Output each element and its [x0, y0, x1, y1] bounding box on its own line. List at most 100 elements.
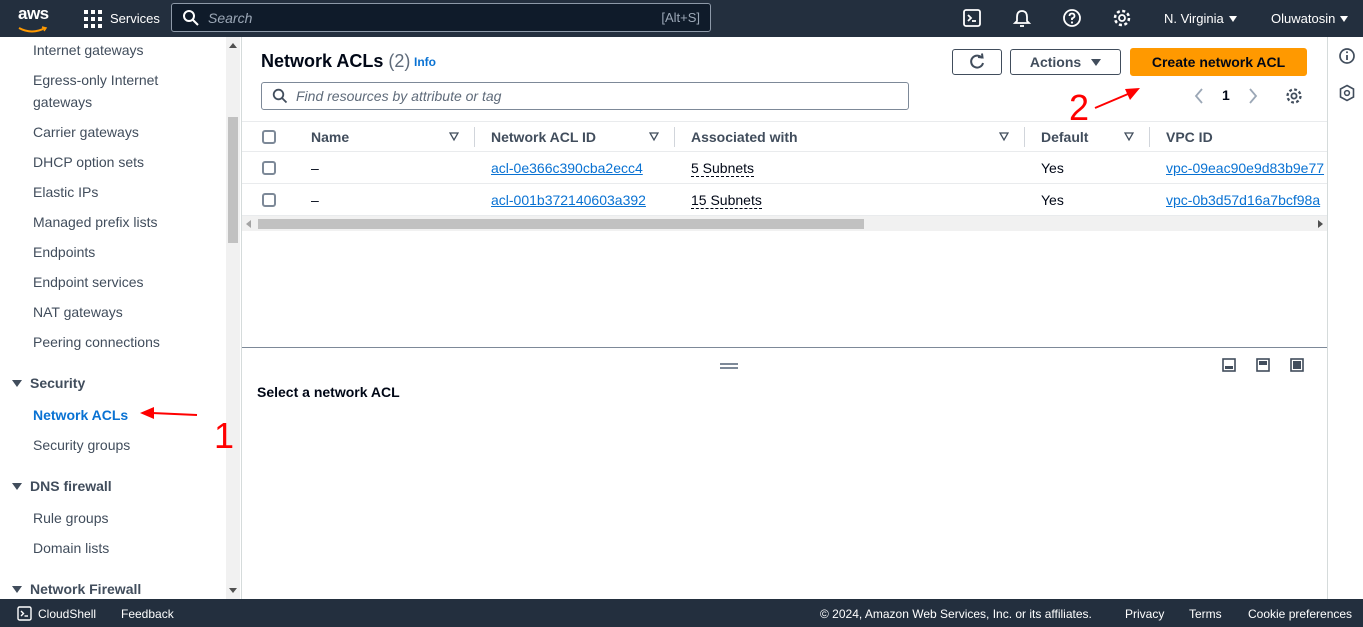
info-link[interactable]: Info: [414, 55, 436, 69]
column-divider[interactable]: [1149, 127, 1150, 147]
cloudshell-link[interactable]: CloudShell: [38, 607, 96, 621]
tools-rail: [1327, 37, 1363, 599]
scroll-up-icon[interactable]: [229, 43, 237, 48]
cookie-preferences-link[interactable]: Cookie preferences: [1248, 607, 1352, 621]
aws-logo-text: aws: [18, 4, 49, 23]
sidebar-section-dns-firewall[interactable]: DNS firewall: [12, 478, 112, 494]
feedback-link[interactable]: Feedback: [121, 607, 174, 621]
cell-acl-id-link[interactable]: acl-001b372140603a392: [491, 192, 646, 208]
sidebar-section-security[interactable]: Security: [12, 375, 85, 391]
column-header-associated-with[interactable]: Associated with: [691, 129, 798, 145]
account-menu[interactable]: Oluwatosin: [1271, 0, 1349, 37]
cell-vpc-id-link[interactable]: vpc-0b3d57d16a7bcf98a: [1166, 192, 1320, 208]
split-panel-title: Select a network ACL: [257, 384, 400, 400]
sidebar-item-security-groups[interactable]: Security groups: [33, 434, 130, 456]
global-search-input[interactable]: Search [Alt+S]: [171, 3, 711, 32]
caret-down-icon: [1340, 15, 1349, 22]
sidebar-item-managed-prefix-lists[interactable]: Managed prefix lists: [33, 211, 158, 233]
terms-link[interactable]: Terms: [1189, 607, 1222, 621]
top-navigation: aws Services Search [Alt+S] N. Virginia …: [0, 0, 1363, 37]
page-title: Network ACLs (2): [261, 51, 410, 72]
scroll-down-icon[interactable]: [229, 588, 237, 593]
sidebar-item-dhcp-option-sets[interactable]: DHCP option sets: [33, 151, 144, 173]
side-navigation: Internet gateways Egress-only Internet g…: [0, 37, 242, 599]
cloudshell-icon[interactable]: [962, 8, 982, 28]
sidebar-scroll-thumb[interactable]: [228, 117, 238, 243]
services-menu-button[interactable]: Services: [84, 0, 160, 37]
sort-icon[interactable]: [1124, 132, 1134, 142]
caret-down-icon: [1091, 58, 1102, 66]
account-label: Oluwatosin: [1271, 11, 1336, 26]
sidebar-item-endpoints[interactable]: Endpoints: [33, 241, 95, 263]
aws-logo[interactable]: aws: [18, 4, 52, 33]
split-panel-resize-handle[interactable]: [720, 363, 738, 369]
cell-default: Yes: [1041, 192, 1064, 208]
resource-panel-icon[interactable]: [1338, 84, 1356, 102]
scroll-left-icon[interactable]: [246, 220, 251, 228]
row-checkbox[interactable]: [262, 193, 276, 207]
cell-associated-with[interactable]: 15 Subnets: [691, 192, 762, 209]
table-row[interactable]: – acl-0e366c390cba2ecc4 5 Subnets Yes vp…: [242, 152, 1327, 184]
column-header-vpc-id[interactable]: VPC ID: [1166, 129, 1213, 145]
actions-dropdown-button[interactable]: Actions: [1010, 49, 1121, 75]
sort-icon[interactable]: [999, 132, 1009, 142]
cell-associated-with[interactable]: 5 Subnets: [691, 160, 755, 177]
column-header-default[interactable]: Default: [1041, 129, 1088, 145]
sidebar-item-endpoint-services[interactable]: Endpoint services: [33, 271, 144, 293]
sidebar-item-elastic-ips[interactable]: Elastic IPs: [33, 181, 98, 203]
resource-filter-input[interactable]: Find resources by attribute or tag: [261, 82, 909, 110]
cell-name: –: [311, 192, 319, 208]
column-header-name[interactable]: Name: [311, 129, 349, 145]
column-divider[interactable]: [674, 127, 675, 147]
split-panel-bottom-icon[interactable]: [1222, 358, 1236, 372]
sidebar-item-internet-gateways[interactable]: Internet gateways: [33, 39, 144, 61]
search-icon: [183, 9, 199, 26]
refresh-button[interactable]: [952, 49, 1002, 75]
sidebar-item-egress-only-internet-gateways-line2[interactable]: gateways: [33, 91, 92, 113]
cloudshell-footer-icon[interactable]: [17, 606, 32, 621]
region-selector[interactable]: N. Virginia: [1164, 0, 1237, 37]
split-panel-side-icon[interactable]: [1256, 358, 1270, 372]
sidebar-item-egress-only-internet-gateways[interactable]: Egress-only Internet: [33, 69, 158, 91]
help-icon[interactable]: [1062, 8, 1082, 28]
main-content: Network ACLs (2) Info Actions Create net…: [242, 37, 1327, 599]
row-checkbox[interactable]: [262, 161, 276, 175]
cell-vpc-id-link[interactable]: vpc-09eac90e9d83b9e77: [1166, 160, 1324, 176]
sort-icon[interactable]: [649, 132, 659, 142]
filter-placeholder: Find resources by attribute or tag: [296, 88, 502, 104]
footer: CloudShell Feedback © 2024, Amazon Web S…: [0, 599, 1363, 627]
sidebar-item-peering-connections[interactable]: Peering connections: [33, 331, 160, 353]
privacy-link[interactable]: Privacy: [1125, 607, 1164, 621]
scroll-right-icon[interactable]: [1318, 220, 1323, 228]
sidebar-scrollbar[interactable]: [226, 37, 240, 599]
caret-down-icon: [1228, 15, 1237, 22]
table-preferences-gear-icon[interactable]: [1285, 87, 1303, 105]
sidebar-item-domain-lists[interactable]: Domain lists: [33, 537, 109, 559]
settings-gear-icon[interactable]: [1112, 8, 1132, 28]
sidebar-section-network-firewall[interactable]: Network Firewall: [12, 581, 141, 597]
services-label: Services: [110, 11, 160, 26]
select-all-checkbox[interactable]: [262, 130, 276, 144]
sidebar-item-carrier-gateways[interactable]: Carrier gateways: [33, 121, 139, 143]
sidebar-section-label: Network Firewall: [30, 581, 142, 597]
column-divider[interactable]: [1024, 127, 1025, 147]
split-panel-maximize-icon[interactable]: [1290, 358, 1304, 372]
sidebar-item-network-acls[interactable]: Network ACLs: [33, 404, 128, 426]
annotation-number-2: 2: [1069, 87, 1090, 128]
previous-page-icon[interactable]: [1194, 88, 1204, 104]
sort-icon[interactable]: [449, 132, 459, 142]
create-network-acl-button[interactable]: Create network ACL: [1130, 48, 1307, 76]
sidebar-section-label: Security: [30, 375, 86, 391]
current-page-number[interactable]: 1: [1222, 87, 1230, 103]
column-header-network-acl-id[interactable]: Network ACL ID: [491, 129, 596, 145]
cell-acl-id-link[interactable]: acl-0e366c390cba2ecc4: [491, 160, 643, 176]
column-divider[interactable]: [474, 127, 475, 147]
horizontal-scroll-thumb[interactable]: [258, 219, 864, 229]
notifications-bell-icon[interactable]: [1012, 8, 1032, 28]
sidebar-item-nat-gateways[interactable]: NAT gateways: [33, 301, 123, 323]
next-page-icon[interactable]: [1248, 88, 1258, 104]
info-panel-icon[interactable]: [1338, 47, 1356, 65]
table-row[interactable]: – acl-001b372140603a392 15 Subnets Yes v…: [242, 184, 1327, 216]
sidebar-item-rule-groups[interactable]: Rule groups: [33, 507, 109, 529]
table-horizontal-scrollbar[interactable]: [242, 216, 1327, 231]
